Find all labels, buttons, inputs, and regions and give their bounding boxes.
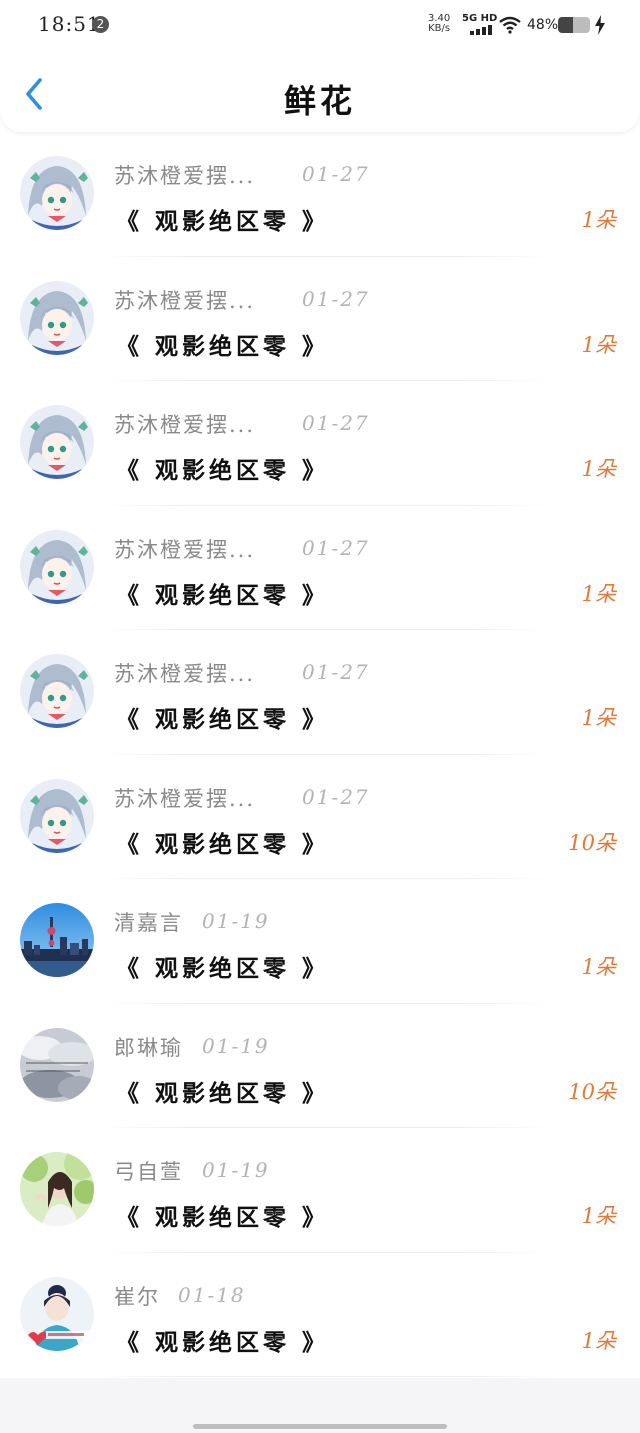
list-item[interactable]: 崔尔 01-18 《 观影绝区零 》 1朵	[0, 1253, 640, 1377]
user-name: 苏沐橙爱摆...	[114, 786, 256, 811]
list-item[interactable]: 苏沐橙爱摆... 01-27 《 观影绝区零 》 1朵	[0, 506, 640, 630]
flower-count: 1朵	[581, 1204, 616, 1228]
gift-date: 01-27	[302, 286, 370, 311]
user-name: 苏沐橙爱摆...	[114, 164, 256, 188]
flower-count: 1朵	[581, 208, 616, 232]
flower-count: 1朵	[581, 332, 616, 357]
user-name: 崔尔	[114, 1284, 160, 1309]
battery-icon	[558, 17, 590, 33]
list-item[interactable]: 弓自萱 01-19 《 观影绝区零 》 1朵	[0, 1128, 640, 1253]
anime-girl-avatar[interactable]	[20, 280, 94, 355]
gift-date: 01-19	[202, 1033, 270, 1058]
user-name: 郎琳瑜	[114, 1035, 183, 1060]
girl-with-heart-avatar[interactable]	[20, 1276, 94, 1351]
work-title[interactable]: 《 观影绝区零 》	[116, 700, 329, 734]
work-title[interactable]: 《 观影绝区零 》	[116, 451, 329, 485]
work-title[interactable]: 《 观影绝区零 》	[116, 1323, 329, 1357]
network-speed: 3.40 KB/s	[428, 14, 450, 34]
flower-count: 1朵	[581, 955, 616, 979]
notification-count-badge: 2	[92, 16, 109, 33]
work-title[interactable]: 《 观影绝区零 》	[116, 949, 329, 983]
battery-level-fill	[558, 17, 574, 33]
anime-girl-avatar[interactable]	[20, 156, 94, 230]
list-item[interactable]: 苏沐橙爱摆... 01-27 《 观影绝区零 》 1朵	[0, 257, 640, 381]
list-item[interactable]: 苏沐橙爱摆... 01-27 《 观影绝区零 》 1朵	[0, 132, 640, 257]
list-item[interactable]: 郎琳瑜 01-19 《 观影绝区零 》 10朵	[0, 1004, 640, 1128]
list-item[interactable]: 苏沐橙爱摆... 01-27 《 观影绝区零 》 1朵	[0, 630, 640, 755]
user-name: 苏沐橙爱摆...	[114, 537, 256, 562]
flower-record-list: 苏沐橙爱摆... 01-27 《 观影绝区零 》 1朵 苏沐橙爱摆... 01-27 《 观…	[0, 132, 640, 1377]
gift-date: 01-27	[302, 411, 370, 435]
anime-girl-avatar[interactable]	[20, 778, 94, 853]
status-bar: 18:51 2 3.40 KB/s 5G HD 48%	[0, 0, 640, 52]
wifi-icon	[499, 16, 521, 34]
gift-date: 01-27	[302, 162, 370, 186]
flower-count: 1朵	[581, 457, 616, 481]
gift-date: 01-18	[178, 1282, 246, 1307]
work-title[interactable]: 《 观影绝区零 》	[116, 576, 329, 610]
gift-date: 01-27	[302, 660, 370, 684]
list-item[interactable]: 苏沐橙爱摆... 01-27 《 观影绝区零 》 1朵	[0, 381, 640, 506]
work-title[interactable]: 《 观影绝区零 》	[116, 327, 329, 361]
flower-count: 1朵	[581, 581, 616, 606]
charging-bolt-icon	[595, 15, 605, 35]
user-name: 清嘉言	[114, 911, 183, 935]
work-title[interactable]: 《 观影绝区零 》	[116, 202, 329, 236]
work-title[interactable]: 《 观影绝区零 》	[116, 1074, 329, 1108]
work-title[interactable]: 《 观影绝区零 》	[116, 825, 329, 859]
anime-girl-avatar[interactable]	[20, 405, 94, 479]
user-name: 苏沐橙爱摆...	[114, 413, 256, 437]
network-type: 5G HD	[462, 13, 498, 24]
flower-count: 10朵	[568, 830, 616, 855]
gift-date: 01-27	[302, 535, 370, 560]
list-item[interactable]: 苏沐橙爱摆... 01-27 《 观影绝区零 》 10朵	[0, 755, 640, 879]
row-divider	[100, 1376, 550, 1377]
cloudy-sky-avatar[interactable]	[20, 1027, 94, 1102]
user-name: 弓自萱	[114, 1160, 183, 1184]
home-indicator[interactable]	[193, 1424, 447, 1429]
anime-girl-avatar[interactable]	[20, 529, 94, 604]
user-name: 苏沐橙爱摆...	[114, 662, 256, 686]
app-header: 鲜花	[0, 52, 640, 132]
user-name: 苏沐橙爱摆...	[114, 288, 256, 313]
gift-date: 01-19	[202, 909, 270, 933]
page-title: 鲜花	[283, 82, 356, 120]
cellular-signal-icon	[470, 25, 492, 35]
gift-date: 01-19	[202, 1158, 270, 1182]
anime-girl-avatar[interactable]	[20, 654, 94, 728]
flower-count: 1朵	[581, 1328, 616, 1353]
battery-percent: 48%	[527, 17, 559, 33]
city-skyline-avatar[interactable]	[20, 903, 94, 977]
gift-date: 01-27	[302, 784, 370, 809]
network-speed-unit: KB/s	[428, 23, 451, 34]
flower-count: 10朵	[568, 1079, 616, 1104]
list-item[interactable]: 清嘉言 01-19 《 观影绝区零 》 1朵	[0, 879, 640, 1004]
girl-in-garden-avatar[interactable]	[20, 1152, 94, 1226]
flower-count: 1朵	[581, 706, 616, 730]
work-title[interactable]: 《 观影绝区零 》	[116, 1198, 329, 1232]
